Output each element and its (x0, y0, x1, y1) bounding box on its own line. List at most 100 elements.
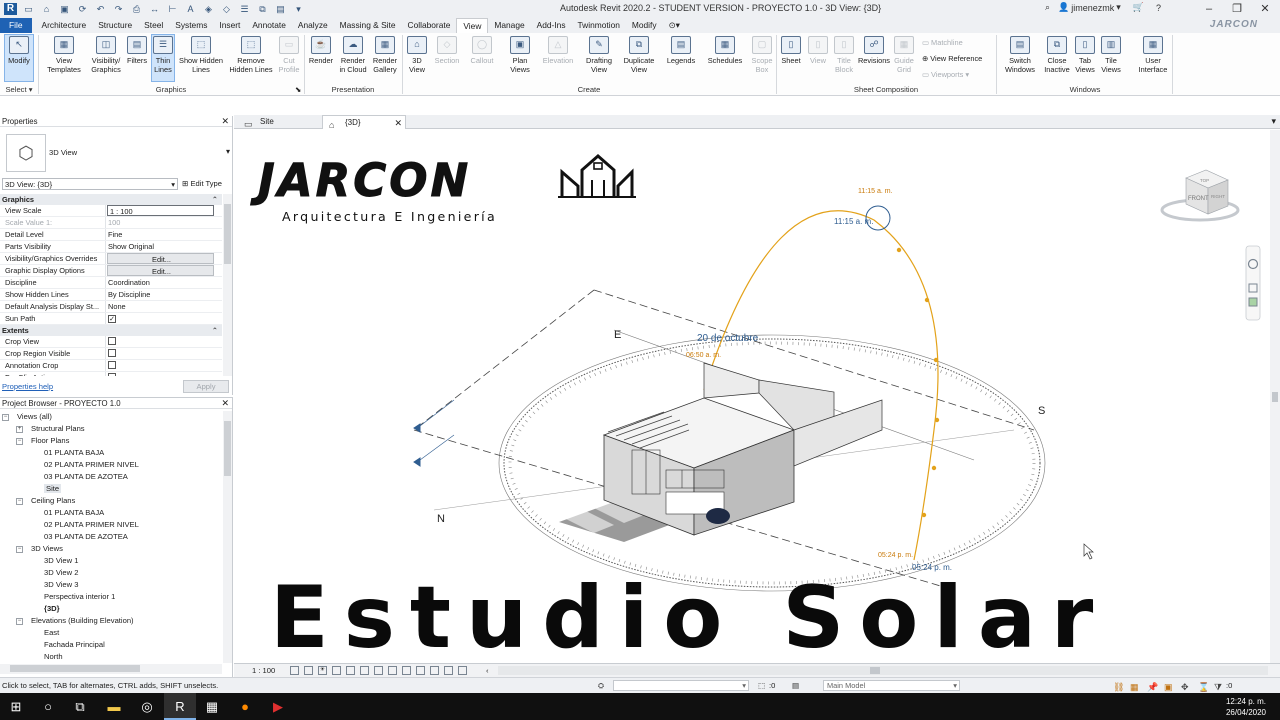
property-row[interactable]: View Scale 1 : 100 (0, 205, 222, 217)
print-icon[interactable]: ⎙ (130, 3, 143, 15)
text-icon[interactable]: A (184, 3, 197, 15)
maximize-button[interactable]: ❐ (1224, 0, 1250, 18)
switch-windows-icon[interactable]: ▤ (274, 3, 287, 15)
tree-node[interactable]: − 3D Views (0, 543, 222, 555)
sun-path-checkbox[interactable]: ✓ (108, 315, 116, 323)
tree-node[interactable]: 02 PLANTA PRIMER NIVEL (0, 519, 222, 531)
save-icon[interactable]: ▣ (58, 3, 71, 15)
sun-path-icon[interactable]: ☀ (318, 666, 327, 675)
default-3d-icon[interactable]: ◈ (202, 3, 215, 15)
username[interactable]: jimenezmk (1071, 3, 1114, 13)
place-view-button[interactable]: ▯ View (806, 35, 830, 65)
tree-node[interactable]: − Views (all) (0, 411, 222, 423)
tree-node[interactable]: North (0, 651, 222, 663)
property-checkbox[interactable] (108, 337, 116, 345)
property-value[interactable]: 100 (106, 217, 222, 228)
analytical-model-icon[interactable] (444, 666, 453, 675)
close-hidden-icon[interactable]: ⧉ (256, 3, 269, 15)
home-icon[interactable]: ⌂ (40, 3, 53, 15)
graphics-dialog-launcher-icon[interactable]: ⬊ (295, 85, 301, 94)
view-scale-control[interactable]: 1 : 100 (252, 664, 275, 677)
tree-node[interactable]: − Floor Plans (0, 435, 222, 447)
tree-node[interactable]: Site (0, 483, 222, 495)
elevation-button[interactable]: △ Elevation (538, 35, 578, 65)
visual-style-icon[interactable] (304, 666, 313, 675)
property-row[interactable]: Detail Level Fine (0, 229, 222, 241)
filters-button[interactable]: ▤ Filters (125, 35, 149, 65)
detail-level-icon[interactable] (290, 666, 299, 675)
tab-view[interactable]: View (456, 18, 489, 33)
shadows-icon[interactable] (332, 666, 341, 675)
collapse-icon[interactable]: − (16, 498, 23, 505)
edit-button[interactable]: Edit... (107, 265, 214, 276)
rendering-icon[interactable] (346, 666, 355, 675)
property-row[interactable]: Discipline Coordination (0, 277, 222, 289)
tab-steel[interactable]: Steel (138, 18, 169, 33)
tree-node[interactable]: East (0, 627, 222, 639)
property-checkbox[interactable] (108, 373, 116, 376)
tree-node[interactable]: 03 PLANTA DE AZOTEA (0, 531, 222, 543)
tab-collaborate[interactable]: Collaborate (402, 18, 457, 33)
property-row[interactable]: Sun Path ✓ (0, 313, 222, 325)
tab-views-button[interactable]: ▯ Tab Views (1073, 35, 1097, 74)
tab-add-ins[interactable]: Add-Ins (531, 18, 572, 33)
highlight-displacement-icon[interactable] (458, 666, 467, 675)
workset-icon[interactable]: ⛭ (598, 678, 604, 693)
property-row[interactable]: Annotation Crop (0, 360, 222, 372)
crop-view-icon[interactable] (360, 666, 369, 675)
property-row[interactable]: Visibility/Graphics Overrides Edit... (0, 253, 222, 265)
tab-file[interactable]: File (0, 18, 32, 33)
sheet-button[interactable]: ▯ Sheet (778, 35, 804, 65)
tab-twinmotion[interactable]: Twinmotion (572, 18, 626, 33)
edit-button[interactable]: Edit... (107, 253, 214, 264)
title-block-button[interactable]: ▯ Title Block (832, 35, 856, 74)
render-gallery-button[interactable]: ▦ Render Gallery (370, 35, 400, 74)
drafting-view-button[interactable]: ✎ Drafting View (582, 35, 616, 74)
property-value[interactable]: None (106, 301, 222, 312)
cut-profile-button[interactable]: ▭ Cut Profile (277, 35, 301, 74)
matchline-button[interactable]: ▭ Matchline (922, 38, 963, 47)
tree-node[interactable]: {3D} (0, 603, 222, 615)
visibility-graphics-button[interactable]: ◫ Visibility/ Graphics (88, 35, 124, 74)
scope-box-button[interactable]: ▢ Scope Box (749, 35, 775, 74)
reveal-hidden-icon[interactable] (416, 666, 425, 675)
media-player-icon[interactable]: ▶ (262, 693, 294, 720)
tree-node[interactable]: 03 PLANTA DE AZOTEA (0, 471, 222, 483)
close-window-button[interactable]: ✕ (1252, 0, 1278, 18)
temporary-hide-icon[interactable] (402, 666, 411, 675)
property-value[interactable]: By Discipline (106, 289, 222, 300)
tree-node[interactable]: Perspectiva interior 1 (0, 591, 222, 603)
property-value[interactable]: 1 : 100 (107, 205, 214, 216)
property-row[interactable]: Default Analysis Display St... None (0, 301, 222, 313)
thin-lines-button[interactable]: ☰ Thin Lines (151, 34, 175, 82)
property-row[interactable]: Crop View (0, 336, 222, 348)
user-dropdown-icon[interactable]: ▾ (1116, 2, 1121, 13)
property-row[interactable]: Far Clip Active (0, 372, 222, 376)
revisions-button[interactable]: ☍ Revisions (857, 35, 891, 65)
close-inactive-button[interactable]: ⧉ Close Inactive (1042, 35, 1072, 74)
revit-taskbar-icon[interactable]: R (164, 693, 196, 720)
navigation-bar[interactable] (1245, 245, 1261, 321)
tab-insert[interactable]: Insert (213, 18, 246, 33)
help-icon[interactable]: ? (1156, 3, 1161, 13)
tab-analyze[interactable]: Analyze (292, 18, 334, 33)
property-value[interactable]: Fine (106, 229, 222, 240)
dimension-icon[interactable]: ⊢ (166, 3, 179, 15)
tab-manage[interactable]: Manage (488, 18, 530, 33)
switch-windows-button[interactable]: ▤ Switch Windows (1000, 35, 1040, 74)
modify-button[interactable]: ↖ Modify (4, 34, 34, 82)
legends-button[interactable]: ▤ Legends (662, 35, 700, 65)
chrome-icon[interactable]: ◎ (131, 693, 163, 720)
design-options-icon[interactable]: ▤ (792, 678, 799, 693)
tree-node[interactable]: 01 PLANTA BAJA (0, 507, 222, 519)
apply-button[interactable]: Apply (183, 380, 229, 393)
ribbon-minimize-icon[interactable]: ⊙▾ (663, 18, 686, 33)
user-interface-button[interactable]: ▦ User Interface (1135, 35, 1171, 74)
tree-node[interactable]: − Ceiling Plans (0, 495, 222, 507)
property-value[interactable]: Coordination (106, 277, 222, 288)
property-checkbox[interactable] (108, 349, 116, 357)
tree-node[interactable]: 02 PLANTA PRIMER NIVEL (0, 459, 222, 471)
thin-lines-icon[interactable]: ☰ (238, 3, 251, 15)
tab-modify[interactable]: Modify (626, 18, 663, 33)
tab-systems[interactable]: Systems (169, 18, 213, 33)
